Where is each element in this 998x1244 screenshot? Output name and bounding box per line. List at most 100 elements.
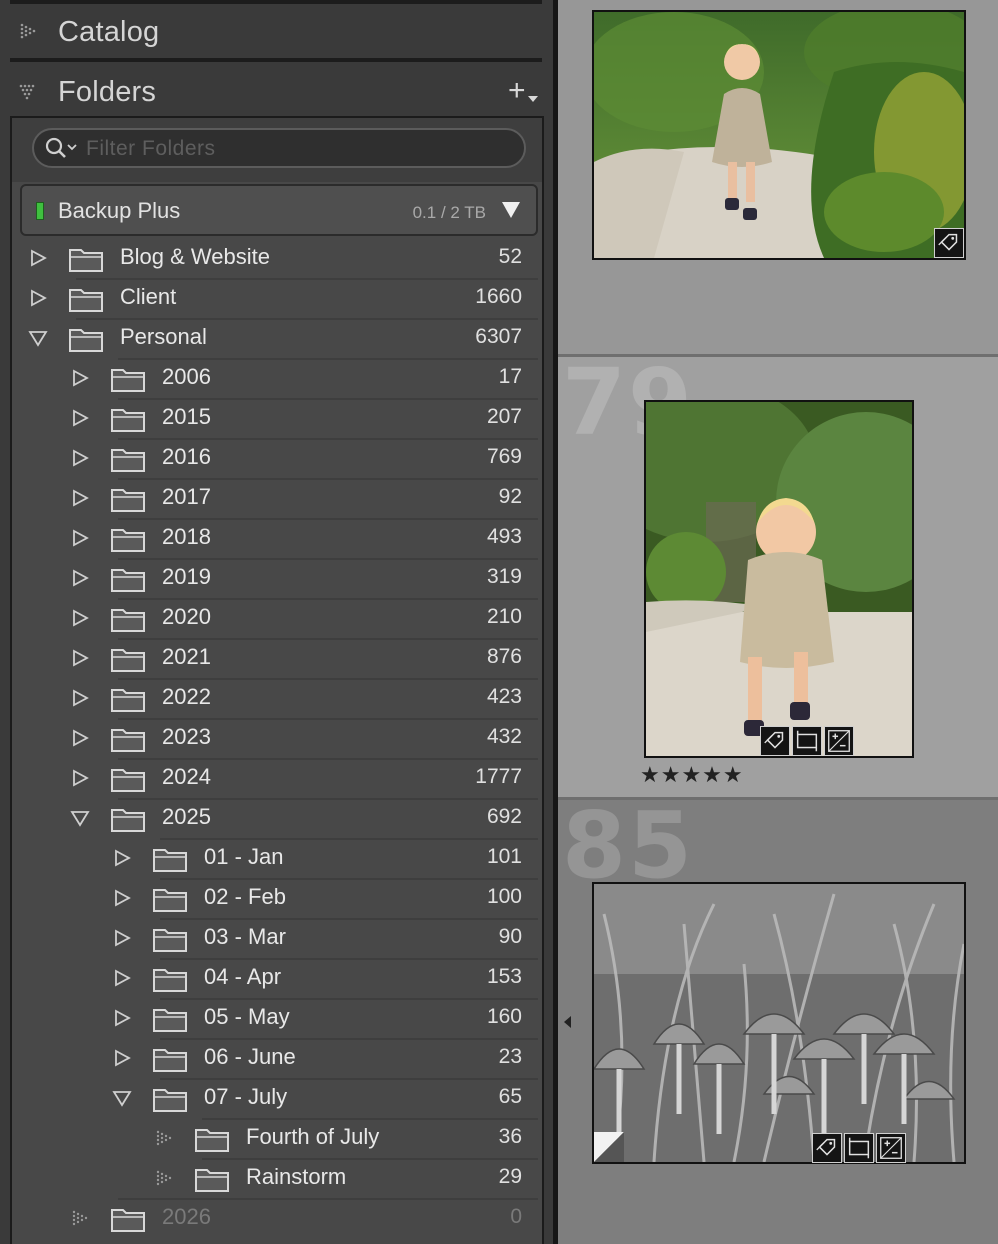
expand-arrow-icon[interactable] [112,889,132,907]
collapse-left-panel-icon[interactable] [564,1016,571,1028]
folder-icon [111,689,145,712]
folder-count: 423 [486,685,522,708]
folder-row[interactable]: 2017 92 [12,478,542,518]
grid-cell[interactable] [558,0,998,354]
row-separator [118,598,538,600]
filter-folders-input[interactable] [86,135,506,163]
photo-thumbnail[interactable] [644,400,914,758]
photo-grid: 79 ★★★★★ 85 [558,0,998,1244]
expand-arrow-icon[interactable] [70,609,90,627]
folder-name: 02 - Feb [204,884,286,909]
folder-row[interactable]: Client 1660 [12,278,542,318]
expand-arrow-icon[interactable] [70,409,90,427]
keyword-badge-icon[interactable] [812,1133,842,1163]
folder-count: 52 [498,245,522,268]
folders-panel: Backup Plus 0.1 / 2 TB Blog & Website 52 C… [10,116,544,1244]
folder-row[interactable]: 2015 207 [12,398,542,438]
row-separator [118,398,538,400]
folder-icon [153,969,187,992]
collapse-arrow-icon[interactable] [28,329,48,347]
grid-cell[interactable]: 79 ★★★★★ [558,349,998,797]
expand-arrow-icon[interactable] [70,689,90,707]
folder-row[interactable]: 03 - Mar 90 [12,918,542,958]
folder-row[interactable]: 06 - June 23 [12,1038,542,1078]
folder-row[interactable]: 2026 0 [12,1198,542,1238]
folder-row[interactable]: 2025 692 [12,798,542,838]
folder-row[interactable]: 01 - Jan 101 [12,838,542,878]
expand-arrow-icon[interactable] [70,369,90,387]
folder-row[interactable]: 2021 876 [12,638,542,678]
dropdown-arrow-icon [528,96,538,102]
expand-arrow-icon[interactable] [70,529,90,547]
folder-row[interactable]: 2023 432 [12,718,542,758]
folder-icon [111,809,145,832]
folder-row[interactable]: 2024 1777 [12,758,542,798]
collapse-arrow-icon[interactable] [70,809,90,827]
folder-row[interactable]: 05 - May 160 [12,998,542,1038]
folder-row[interactable]: 2022 423 [12,678,542,718]
folder-name: Client [120,284,177,309]
folder-row[interactable]: 07 - July 65 [12,1078,542,1118]
expand-arrow-icon[interactable] [70,449,90,467]
expand-arrow-icon[interactable] [70,649,90,667]
folder-name: 2022 [162,684,211,709]
expand-arrow-icon[interactable] [112,929,132,947]
folder-row[interactable]: Blog & Website 52 [12,238,542,278]
collapse-arrow-icon[interactable] [112,1089,132,1107]
filter-field[interactable] [32,128,526,168]
expand-arrow-icon[interactable] [112,849,132,867]
folder-icon [153,1089,187,1112]
folder-name: 01 - Jan [204,844,284,869]
crop-badge-icon[interactable] [792,726,822,756]
catalog-title: Catalog [58,16,160,48]
folder-row[interactable]: Personal 6307 [12,318,542,358]
folder-row[interactable]: 2018 493 [12,518,542,558]
folder-name: 2021 [162,644,211,669]
photo-thumbnail[interactable] [592,882,966,1164]
expand-arrow-icon[interactable] [112,1049,132,1067]
crop-badge-icon[interactable] [844,1133,874,1163]
folder-count: 876 [486,645,522,668]
develop-badge-icon[interactable] [876,1133,906,1163]
photo-thumbnail[interactable] [592,10,966,260]
folder-name: 2017 [162,484,211,509]
develop-badge-icon[interactable] [824,726,854,756]
folder-row[interactable]: 04 - Apr 153 [12,958,542,998]
folder-name: 2015 [162,404,211,429]
folder-icon [111,409,145,432]
folder-icon [195,1129,229,1152]
folder-row[interactable]: 02 - Feb 100 [12,878,542,918]
grid-cell[interactable]: 85 [558,792,998,1244]
expand-arrow-icon[interactable] [112,1009,132,1027]
add-folder-button[interactable]: + [508,76,538,108]
expand-arrow-icon[interactable] [28,249,48,267]
folder-name: 04 - Apr [204,964,282,989]
expand-arrow-icon[interactable] [70,569,90,587]
folder-name: 2019 [162,564,211,589]
star-rating[interactable]: ★★★★★ [640,762,744,788]
folder-row[interactable]: Rainstorm 29 [12,1158,542,1198]
keyword-badge-icon[interactable] [934,228,964,258]
expand-arrow-icon[interactable] [70,769,90,787]
expand-arrow-icon[interactable] [70,729,90,747]
row-separator [160,1038,538,1040]
expand-arrow-icon[interactable] [112,969,132,987]
row-separator [118,358,538,360]
folder-icon [111,489,145,512]
expand-arrow-icon[interactable] [70,489,90,507]
folder-icon [111,609,145,632]
folder-icon [153,889,187,912]
folder-row[interactable]: 2016 769 [12,438,542,478]
folders-panel-header[interactable]: Folders + [0,64,556,120]
volume-collapse-icon[interactable] [500,200,522,220]
volume-header[interactable]: Backup Plus 0.1 / 2 TB [20,184,538,236]
folder-row[interactable]: Fourth of July 36 [12,1118,542,1158]
folder-row[interactable]: 2019 319 [12,558,542,598]
catalog-panel-header[interactable]: Catalog [0,4,556,62]
expand-arrow-icon[interactable] [28,289,48,307]
folder-count: 153 [486,965,522,988]
keyword-badge-icon[interactable] [760,726,790,756]
folder-row[interactable]: 2006 17 [12,358,542,398]
folder-name: 2026 [162,1204,211,1229]
folder-row[interactable]: 2020 210 [12,598,542,638]
